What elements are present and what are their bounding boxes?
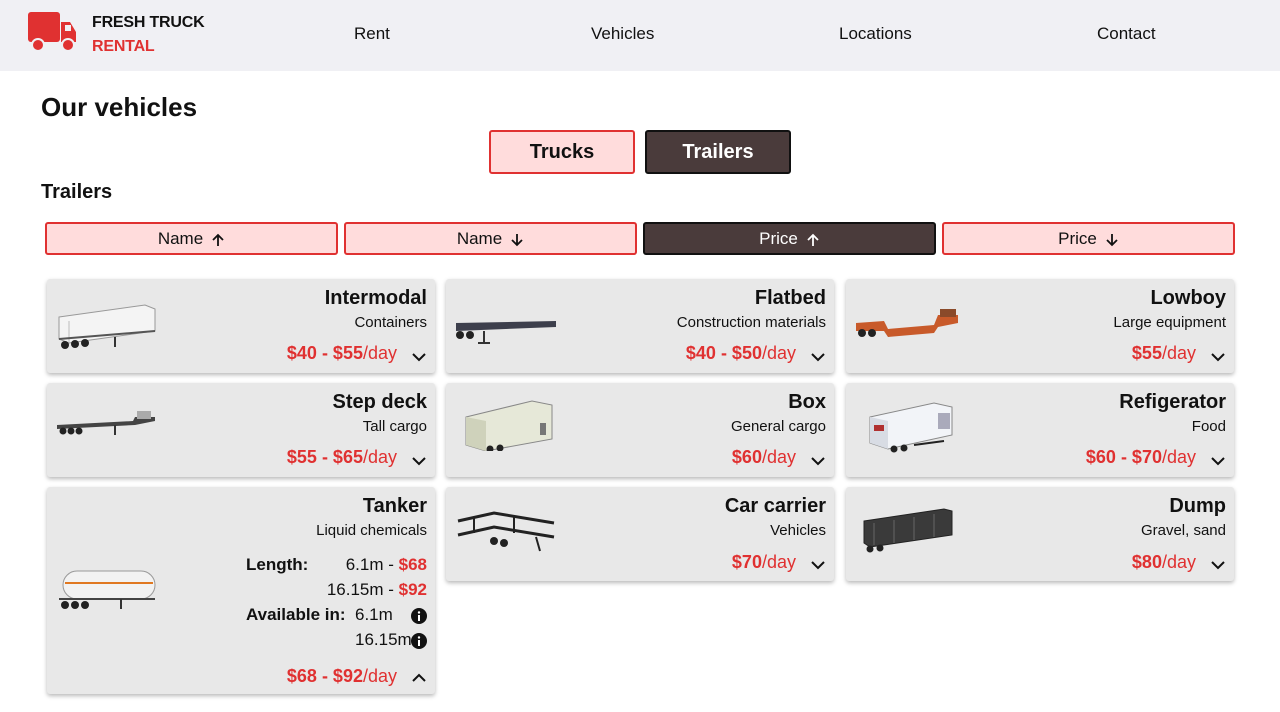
truck-icon: [28, 12, 76, 52]
sort-name-desc-button[interactable]: Name: [344, 222, 637, 255]
brand-tagline: RENTAL: [92, 38, 155, 55]
arrow-down-icon: [511, 234, 523, 247]
chevron-down-icon[interactable]: [1210, 557, 1226, 573]
chevron-up-icon[interactable]: [411, 670, 427, 686]
nav-rent[interactable]: Rent: [354, 24, 390, 44]
section-title: Trailers: [41, 181, 113, 203]
site-header: FRESH TRUCK RENTAL Rent Vehicles Locatio…: [0, 0, 1280, 71]
sort-price-asc-button[interactable]: Price: [643, 222, 936, 255]
vehicle-cargo: Containers: [354, 314, 427, 331]
info-icon[interactable]: [411, 633, 427, 649]
sort-name-asc-button[interactable]: Name: [45, 222, 338, 255]
vehicle-cargo: Food: [1191, 418, 1226, 435]
brand-logo[interactable]: FRESH TRUCK RENTAL: [28, 12, 208, 58]
chevron-down-icon[interactable]: [1210, 453, 1226, 469]
vehicle-price: $40 - $50/day: [685, 343, 796, 363]
vehicle-price: $60/day: [731, 447, 796, 467]
vehicle-price: $55/day: [1131, 343, 1196, 363]
arrow-down-icon: [1106, 234, 1118, 247]
vehicle-cargo: Gravel, sand: [1140, 522, 1226, 539]
vehicle-card-dump[interactable]: Dump Gravel, sand $80/day: [846, 487, 1234, 581]
lowboy-trailer-image: [856, 309, 958, 337]
chevron-down-icon[interactable]: [1210, 349, 1226, 365]
available-option: 6.1m: [355, 605, 393, 624]
arrow-up-icon: [807, 233, 819, 246]
vehicle-cargo: Large equipment: [1113, 314, 1226, 331]
trailers-button[interactable]: Trailers: [645, 130, 791, 174]
vehicle-price: $55 - $65/day: [286, 447, 397, 467]
page-title: Our vehicles: [41, 92, 198, 122]
refrigerator-trailer-image: [869, 402, 953, 453]
length-label: Length:: [246, 555, 309, 574]
vehicle-name: Refigerator: [1119, 391, 1226, 413]
vehicle-cargo: Liquid chemicals: [316, 522, 427, 539]
vehicle-cargo: Tall cargo: [362, 418, 427, 435]
vehicle-price: $40 - $55/day: [286, 343, 397, 363]
vehicle-name: Step deck: [332, 391, 427, 413]
nav-vehicles[interactable]: Vehicles: [591, 24, 654, 44]
info-icon[interactable]: [411, 608, 427, 624]
brand-name: FRESH TRUCK: [92, 14, 205, 31]
sort-label: Name: [456, 228, 503, 248]
nav-locations[interactable]: Locations: [839, 24, 912, 44]
vehicle-card-box[interactable]: Box General cargo $60/day: [446, 383, 834, 477]
vehicle-name: Intermodal: [324, 287, 427, 309]
vehicle-name: Dump: [1169, 495, 1226, 517]
vehicle-cargo: General cargo: [730, 418, 826, 435]
flatbed-trailer-image: [456, 321, 556, 344]
vehicle-cargo: Construction materials: [676, 314, 826, 331]
chevron-down-icon[interactable]: [810, 557, 826, 573]
available-label: Available in:: [246, 605, 346, 624]
vehicle-card-tanker-expanded[interactable]: Tanker Liquid chemicals Length: 6.1m - $…: [47, 487, 435, 694]
length-option: 6.1m - $68: [345, 555, 427, 574]
tanker-trailer-image: [59, 570, 156, 609]
vehicle-card-car-carrier[interactable]: Car carrier Vehicles $70/day: [446, 487, 834, 581]
chevron-down-icon[interactable]: [810, 453, 826, 469]
vehicle-name: Tanker: [362, 495, 427, 517]
length-option: 16.15m - $92: [326, 580, 427, 599]
vehicle-name: Lowboy: [1150, 287, 1226, 309]
vehicle-card-lowboy[interactable]: Lowboy Large equipment $55/day: [846, 279, 1234, 373]
vehicle-name: Car carrier: [724, 495, 826, 517]
chevron-down-icon[interactable]: [411, 349, 427, 365]
vehicle-price: $60 - $70/day: [1085, 447, 1196, 467]
sort-label: Name: [157, 228, 204, 248]
chevron-down-icon[interactable]: [411, 453, 427, 469]
available-option: 16.15m: [355, 630, 412, 649]
step-deck-trailer-image: [57, 411, 155, 435]
vehicle-name: Box: [788, 391, 826, 413]
dump-trailer-image: [863, 508, 953, 553]
nav-contact[interactable]: Contact: [1097, 24, 1156, 44]
vehicle-card-intermodal[interactable]: Intermodal Containers $40 - $55/day: [47, 279, 435, 373]
vehicle-card-step-deck[interactable]: Step deck Tall cargo $55 - $65/day: [47, 383, 435, 477]
car-carrier-trailer-image: [457, 511, 555, 552]
vehicle-cargo: Vehicles: [770, 522, 826, 539]
chevron-down-icon[interactable]: [810, 349, 826, 365]
sort-label: Price: [759, 228, 798, 248]
vehicle-price: $70/day: [731, 552, 796, 572]
vehicle-price: $68 - $92/day: [286, 666, 397, 686]
sort-price-desc-button[interactable]: Price: [942, 222, 1235, 255]
box-trailer-image: [465, 400, 553, 451]
intermodal-trailer-image: [58, 304, 156, 349]
trucks-button[interactable]: Trucks: [489, 130, 635, 174]
arrow-up-icon: [212, 233, 224, 246]
vehicle-card-refigerator[interactable]: Refigerator Food $60 - $70/day: [846, 383, 1234, 477]
vehicle-price: $80/day: [1131, 552, 1196, 572]
vehicle-card-flatbed[interactable]: Flatbed Construction materials $40 - $50…: [446, 279, 834, 373]
vehicle-name: Flatbed: [754, 287, 826, 309]
sort-label: Price: [1058, 228, 1097, 248]
